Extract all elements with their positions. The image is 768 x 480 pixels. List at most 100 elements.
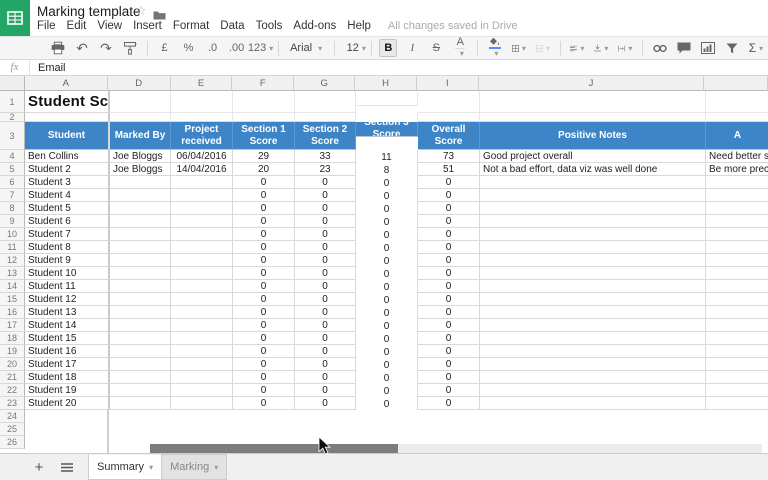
borders-button[interactable] [510, 38, 528, 58]
merge-cells-button[interactable] [534, 38, 552, 58]
horizontal-scrollbar-thumb[interactable] [150, 444, 398, 453]
cell[interactable] [480, 293, 706, 306]
cell[interactable] [108, 202, 171, 215]
cell[interactable] [418, 113, 480, 122]
all-sheets-button[interactable] [58, 463, 76, 472]
cell[interactable] [108, 91, 171, 113]
cell[interactable]: 0 [418, 189, 480, 202]
cell[interactable] [480, 176, 706, 189]
row-header[interactable]: 4 [0, 150, 25, 163]
cell[interactable]: Student 16 [25, 345, 108, 358]
cell[interactable] [480, 280, 706, 293]
cell[interactable] [706, 345, 768, 358]
table-header-cell[interactable]: Overall Score [418, 122, 480, 150]
cell[interactable] [108, 345, 171, 358]
horizontal-align-button[interactable] [568, 38, 586, 58]
cell[interactable]: 0 [233, 332, 295, 345]
column-header[interactable]: A [25, 76, 108, 91]
cell[interactable] [356, 91, 418, 106]
cell[interactable]: 06/04/2016 [171, 150, 233, 163]
insert-chart-button[interactable] [699, 38, 717, 58]
cell[interactable] [108, 176, 171, 189]
row-header[interactable]: 8 [0, 202, 25, 215]
vertical-align-button[interactable] [592, 38, 610, 58]
chevron-down-icon[interactable] [149, 461, 153, 473]
cell[interactable]: 29 [233, 150, 295, 163]
cell[interactable]: Be more precise w [706, 163, 768, 176]
undo-button[interactable]: ↶ [73, 38, 91, 58]
row-header[interactable]: 23 [0, 397, 25, 410]
cell[interactable]: 0 [233, 371, 295, 384]
cell[interactable]: 0 [418, 306, 480, 319]
cell[interactable] [706, 189, 768, 202]
cell[interactable] [706, 397, 768, 410]
cell[interactable] [108, 254, 171, 267]
cell[interactable] [480, 397, 706, 410]
more-formats-button[interactable]: 123 [252, 38, 270, 58]
table-header-cell[interactable]: Section 1 Score [233, 122, 295, 150]
cell[interactable] [706, 267, 768, 280]
cell[interactable]: 0 [233, 306, 295, 319]
row-header[interactable]: 7 [0, 189, 25, 202]
cell[interactable] [706, 176, 768, 189]
cell[interactable] [480, 189, 706, 202]
cell[interactable]: Student 5 [25, 202, 108, 215]
cell[interactable]: 0 [233, 397, 295, 410]
format-currency-button[interactable]: £ [156, 38, 174, 58]
cell[interactable] [108, 241, 171, 254]
cell[interactable] [171, 293, 233, 306]
table-header-cell[interactable]: A [706, 122, 768, 150]
select-all-corner[interactable] [0, 76, 25, 91]
cell[interactable]: Student 11 [25, 280, 108, 293]
cell[interactable] [108, 371, 171, 384]
cell[interactable]: Joe Bloggs [108, 150, 171, 163]
cell[interactable]: 0 [418, 293, 480, 306]
cell[interactable]: 0 [418, 397, 480, 410]
cell[interactable]: 0 [295, 371, 356, 384]
table-header-cell[interactable]: Positive Notes [480, 122, 706, 150]
cell[interactable]: Joe Bloggs [108, 163, 171, 176]
row-header[interactable]: 9 [0, 215, 25, 228]
column-header[interactable]: F [232, 76, 294, 91]
cell[interactable]: 0 [295, 293, 356, 306]
document-title[interactable]: Marking template [37, 4, 141, 19]
column-header[interactable]: H [355, 76, 417, 91]
insert-link-button[interactable] [651, 38, 669, 58]
cell[interactable] [108, 306, 171, 319]
menu-help[interactable]: Help [347, 20, 371, 32]
cell[interactable]: 0 [418, 267, 480, 280]
star-icon[interactable]: ☆ [135, 3, 147, 19]
cell[interactable] [706, 254, 768, 267]
column-header[interactable]: E [171, 76, 233, 91]
cell[interactable] [171, 202, 233, 215]
format-percent-button[interactable]: % [180, 38, 198, 58]
table-header-cell[interactable]: Project received [171, 122, 233, 150]
cell[interactable] [108, 215, 171, 228]
fill-color-button[interactable] [486, 38, 504, 58]
cell[interactable]: 0 [233, 319, 295, 332]
menu-addons[interactable]: Add-ons [293, 20, 336, 32]
decrease-decimals-button[interactable]: .0 [204, 38, 222, 58]
cell[interactable]: 0 [295, 280, 356, 293]
cell[interactable]: Student 6 [25, 215, 108, 228]
cell[interactable] [171, 254, 233, 267]
cell[interactable]: 0 [295, 397, 356, 410]
font-size-select[interactable]: 12 [343, 38, 363, 58]
cell[interactable]: 51 [418, 163, 480, 176]
cell[interactable]: 0 [233, 358, 295, 371]
cell[interactable] [480, 358, 706, 371]
cell[interactable] [108, 319, 171, 332]
cell[interactable]: 33 [295, 150, 356, 163]
cell[interactable]: 0 [295, 267, 356, 280]
column-header[interactable] [704, 76, 768, 91]
cell[interactable] [108, 384, 171, 397]
cell[interactable] [706, 358, 768, 371]
row-header[interactable]: 2 [0, 113, 25, 122]
cell[interactable] [108, 293, 171, 306]
menu-file[interactable]: File [37, 20, 56, 32]
cell[interactable]: 0 [295, 241, 356, 254]
increase-decimals-button[interactable]: .00 [228, 38, 246, 58]
column-header[interactable]: D [108, 76, 171, 91]
row-header[interactable]: 13 [0, 267, 25, 280]
cell[interactable] [480, 241, 706, 254]
